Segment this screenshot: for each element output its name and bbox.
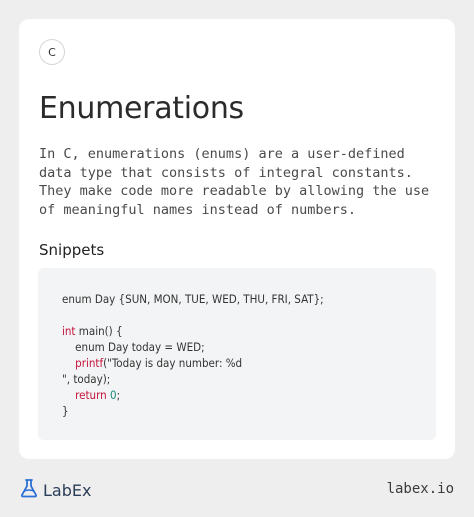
keyword-return: return — [75, 388, 107, 402]
code-line: return 0; — [62, 387, 436, 403]
code-line: enum Day {SUN, MON, TUE, WED, THU, FRI, … — [62, 291, 436, 307]
page-title: Enumerations — [39, 91, 244, 126]
flask-icon — [19, 478, 39, 503]
code-line: ", today); — [62, 371, 436, 387]
code-text: enum Day {SUN, MON, TUE, WED, THU, FRI, … — [62, 292, 324, 306]
code-line: } — [62, 403, 436, 419]
description: In C, enumerations (enums) are a user-de… — [39, 146, 430, 218]
code-text: main() { — [75, 324, 123, 338]
keyword-printf: printf — [75, 356, 104, 370]
logo-text: LabEx — [43, 481, 92, 500]
code-line: printf("Today is day number: %d — [62, 355, 436, 371]
code-text: } — [62, 404, 69, 418]
code-text: ; — [116, 388, 121, 402]
language-badge[interactable]: C — [39, 39, 65, 65]
snippets-heading: Snippets — [39, 241, 105, 259]
site-link[interactable]: labex.io — [387, 481, 454, 497]
labex-logo[interactable]: LabEx — [19, 478, 91, 503]
code-block: enum Day {SUN, MON, TUE, WED, THU, FRI, … — [38, 268, 436, 440]
keyword-int: int — [62, 324, 76, 338]
content-card: C Enumerations In C, enumerations (enums… — [19, 19, 455, 459]
code-text: ", today); — [62, 372, 111, 386]
number-literal: 0 — [110, 388, 117, 402]
code-line: int main() { — [62, 323, 436, 339]
code-text: enum Day today = WED; — [62, 340, 205, 354]
code-text: ("Today is day number: %d — [103, 356, 243, 370]
code-line: enum Day today = WED; — [62, 339, 436, 355]
